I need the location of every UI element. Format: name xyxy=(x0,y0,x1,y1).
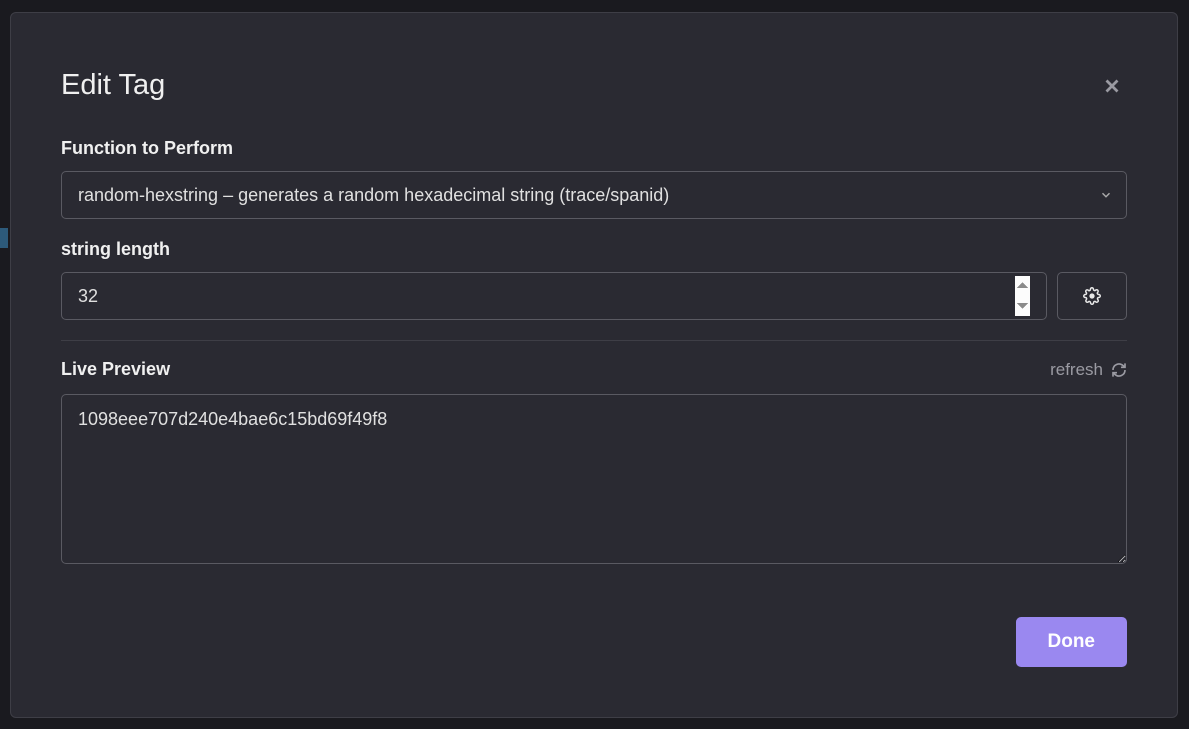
modal-header: Edit Tag xyxy=(61,13,1127,138)
string-length-group: string length xyxy=(61,239,1127,320)
background-accent xyxy=(0,228,8,248)
refresh-icon xyxy=(1111,362,1127,378)
string-length-label: string length xyxy=(61,239,1127,260)
edit-tag-modal: Edit Tag Function to Perform random-hexs… xyxy=(10,12,1178,718)
preview-header: Live Preview refresh xyxy=(61,359,1127,380)
modal-footer: Done xyxy=(61,617,1127,667)
preview-label: Live Preview xyxy=(61,359,170,380)
refresh-button[interactable]: refresh xyxy=(1050,360,1127,380)
string-length-row xyxy=(61,272,1127,320)
preview-output[interactable]: 1098eee707d240e4bae6c15bd69f49f8 xyxy=(61,394,1127,564)
preview-group: Live Preview refresh 1098eee707d240e4bae… xyxy=(61,359,1127,569)
function-select[interactable]: random-hexstring – generates a random he… xyxy=(61,171,1127,219)
string-length-input[interactable] xyxy=(61,272,1047,320)
function-select-wrap: random-hexstring – generates a random he… xyxy=(61,171,1127,219)
function-label: Function to Perform xyxy=(61,138,1127,159)
close-button[interactable] xyxy=(1097,71,1127,101)
done-button[interactable]: Done xyxy=(1016,617,1128,667)
string-length-settings-button[interactable] xyxy=(1057,272,1127,320)
modal-title: Edit Tag xyxy=(61,69,165,102)
refresh-label: refresh xyxy=(1050,360,1103,380)
function-group: Function to Perform random-hexstring – g… xyxy=(61,138,1127,219)
close-icon xyxy=(1101,75,1123,97)
gear-icon xyxy=(1083,287,1101,305)
section-divider xyxy=(61,340,1127,341)
